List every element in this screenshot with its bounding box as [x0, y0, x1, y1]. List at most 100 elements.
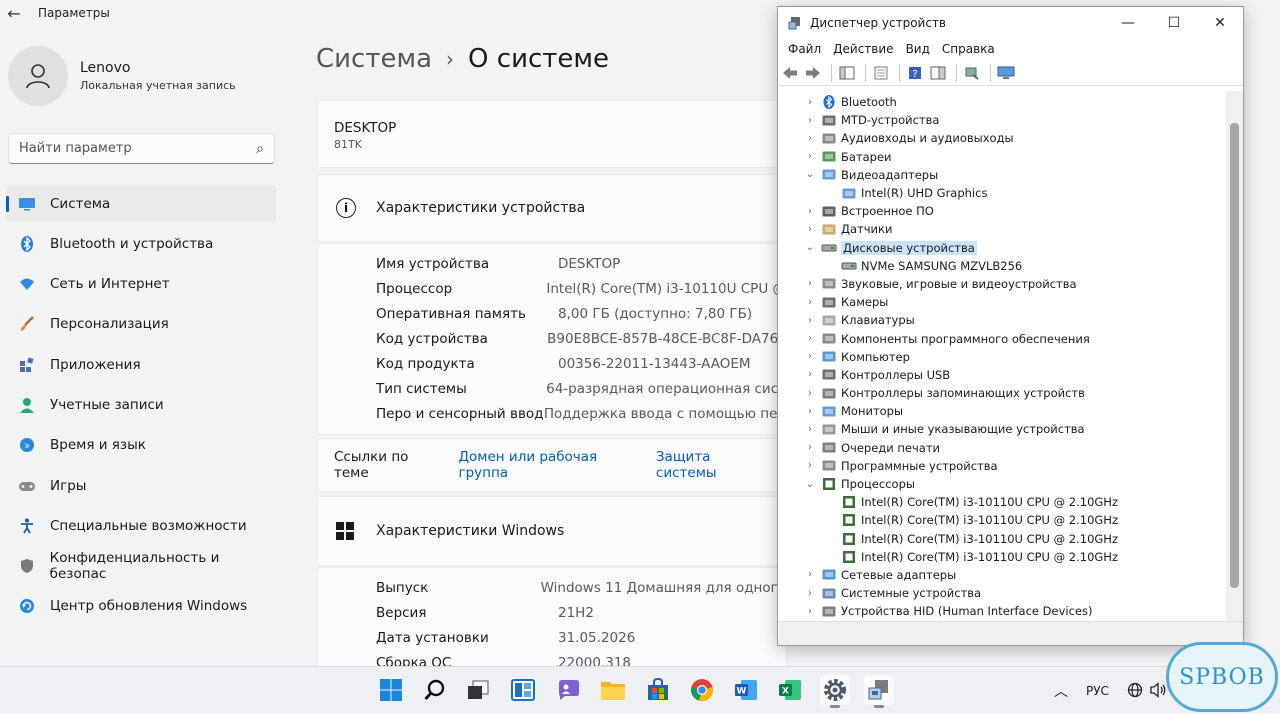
show-hide-tree-button[interactable]: [837, 63, 857, 83]
nav-item-system[interactable]: Система: [6, 185, 276, 222]
chevron-right-icon[interactable]: ›: [803, 133, 817, 144]
tree-category[interactable]: › Аудиовходы и аудиовыходы: [779, 129, 1225, 147]
tree-category[interactable]: › Сетевые адаптеры: [779, 566, 1225, 584]
chevron-right-icon[interactable]: ›: [803, 278, 817, 289]
help-button[interactable]: ?: [905, 63, 925, 83]
system-protection-link[interactable]: Защита системы: [656, 449, 766, 481]
tree-category[interactable]: › Встроенное ПО: [779, 202, 1225, 220]
close-button[interactable]: ✕: [1197, 7, 1243, 38]
nav-item-network[interactable]: Сеть и Интернет: [6, 266, 276, 303]
chevron-right-icon[interactable]: ›: [803, 115, 817, 126]
add-legacy-hardware-button[interactable]: [996, 63, 1016, 83]
domain-workgroup-link[interactable]: Домен или рабочая группа: [459, 449, 636, 481]
tree-child-item[interactable]: ›Intel(R) Core(TM) i3-10110U CPU @ 2.10G…: [779, 548, 1225, 566]
volume-icon[interactable]: [1149, 681, 1167, 701]
tree-category[interactable]: › Мониторы: [779, 402, 1225, 420]
nav-item-bluetooth[interactable]: Bluetooth и устройства: [6, 225, 276, 262]
tree-child-item[interactable]: ›Intel(R) Core(TM) i3-10110U CPU @ 2.10G…: [779, 511, 1225, 529]
chevron-right-icon[interactable]: ›: [803, 351, 817, 362]
properties-button[interactable]: [871, 63, 891, 83]
file-explorer-button[interactable]: [598, 675, 628, 705]
chevron-right-icon[interactable]: ›: [803, 369, 817, 380]
maximize-button[interactable]: ☐: [1151, 7, 1197, 38]
chevron-right-icon[interactable]: ›: [803, 588, 817, 599]
tree-category[interactable]: › MTD-устройства: [779, 111, 1225, 129]
tree-category[interactable]: › Системные устройства: [779, 584, 1225, 602]
search-input[interactable]: [19, 141, 257, 156]
chevron-right-icon[interactable]: ›: [803, 97, 817, 108]
chevron-right-icon[interactable]: ›: [803, 151, 817, 162]
scan-hardware-button[interactable]: [962, 63, 982, 83]
chevron-right-icon[interactable]: ›: [803, 297, 817, 308]
chat-button[interactable]: [553, 675, 583, 705]
tree-child-item[interactable]: ›Intel(R) Core(TM) i3-10110U CPU @ 2.10G…: [779, 493, 1225, 511]
tree-category[interactable]: › Камеры: [779, 293, 1225, 311]
tree-category[interactable]: › Датчики: [779, 220, 1225, 238]
nav-item-privacy[interactable]: Конфиденциальность и безопас: [6, 548, 276, 585]
device-specs-header[interactable]: i Характеристики устройства: [317, 174, 787, 242]
tree-category[interactable]: › Устройства HID (Human Interface Devices…: [779, 602, 1225, 620]
user-profile[interactable]: Lenovo Локальная учетная запись: [8, 46, 236, 106]
nav-item-time-language[interactable]: Время и язык: [6, 427, 276, 464]
tree-child-item[interactable]: ›NVMe SAMSUNG MZVLB256: [779, 257, 1225, 275]
chevron-right-icon[interactable]: ›: [803, 442, 817, 453]
chevron-right-icon[interactable]: ›: [803, 606, 817, 617]
store-button[interactable]: [643, 675, 673, 705]
menu-help[interactable]: Справка: [936, 42, 1001, 56]
chevron-right-icon[interactable]: ›: [803, 224, 817, 235]
task-view-button[interactable]: [463, 675, 493, 705]
tree-category[interactable]: › Батареи: [779, 148, 1225, 166]
breadcrumb-parent[interactable]: Система: [316, 44, 432, 74]
taskbar-search-button[interactable]: [420, 675, 450, 705]
start-button[interactable]: [376, 675, 406, 705]
tree-category[interactable]: ⌄ Дисковые устройства: [779, 239, 1225, 257]
menu-file[interactable]: Файл: [782, 42, 827, 56]
chevron-right-icon[interactable]: ›: [803, 424, 817, 435]
chevron-up-icon[interactable]: ︿: [1054, 681, 1068, 701]
tree-category[interactable]: › Компоненты программного обеспечения: [779, 329, 1225, 347]
chevron-down-icon[interactable]: ⌄: [803, 242, 817, 253]
menu-view[interactable]: Вид: [900, 42, 936, 56]
tree-category[interactable]: › Компьютер: [779, 348, 1225, 366]
device-manager-app-button[interactable]: [864, 675, 894, 708]
network-globe-icon[interactable]: [1127, 682, 1143, 701]
widgets-button[interactable]: [508, 675, 538, 705]
nav-item-windows-update[interactable]: Центр обновления Windows: [6, 588, 276, 625]
chevron-right-icon[interactable]: ›: [803, 388, 817, 399]
chrome-button[interactable]: [687, 675, 717, 705]
tree-category[interactable]: ⌄ Процессоры: [779, 475, 1225, 493]
nav-item-personalization[interactable]: Персонализация: [6, 306, 276, 343]
tree-category[interactable]: › Клавиатуры: [779, 311, 1225, 329]
tree-category[interactable]: › Звуковые, игровые и видеоустройства: [779, 275, 1225, 293]
language-indicator[interactable]: РУС: [1086, 684, 1109, 698]
device-manager-titlebar[interactable]: Диспетчер устройств — ☐ ✕: [778, 7, 1243, 38]
search-icon[interactable]: ⌕: [256, 141, 264, 157]
chevron-right-icon[interactable]: ›: [803, 315, 817, 326]
scrollbar-thumb[interactable]: [1230, 123, 1239, 588]
chevron-right-icon[interactable]: ›: [803, 569, 817, 580]
nav-item-accounts[interactable]: Учетные записи: [6, 386, 276, 423]
tree-child-item[interactable]: ›Intel(R) Core(TM) i3-10110U CPU @ 2.10G…: [779, 530, 1225, 548]
view-button[interactable]: [928, 63, 948, 83]
tree-child-item[interactable]: ›Intel(R) UHD Graphics: [779, 184, 1225, 202]
nav-item-accessibility[interactable]: Специальные возможности: [6, 507, 276, 544]
back-button[interactable]: [780, 63, 800, 83]
horizontal-scrollbar[interactable]: [779, 621, 1243, 645]
chevron-down-icon[interactable]: ⌄: [803, 169, 817, 180]
tree-category[interactable]: › Программные устройства: [779, 457, 1225, 475]
nav-item-gaming[interactable]: Игры: [6, 467, 276, 504]
nav-item-apps[interactable]: Приложения: [6, 346, 276, 383]
vertical-scrollbar[interactable]: [1226, 91, 1243, 621]
tree-category[interactable]: › Контроллеры USB: [779, 366, 1225, 384]
tree-category[interactable]: › Мыши и иные указывающие устройства: [779, 420, 1225, 438]
tree-category[interactable]: › Bluetooth: [779, 93, 1225, 111]
back-button[interactable]: ←: [0, 0, 28, 26]
minimize-button[interactable]: —: [1105, 7, 1151, 38]
tree-category[interactable]: ⌄ Видеоадаптеры: [779, 166, 1225, 184]
forward-button[interactable]: [803, 63, 823, 83]
word-button[interactable]: W: [731, 675, 761, 705]
chevron-down-icon[interactable]: ⌄: [803, 479, 817, 490]
menu-action[interactable]: Действие: [827, 42, 899, 56]
chevron-right-icon[interactable]: ›: [803, 406, 817, 417]
settings-search[interactable]: ⌕: [8, 133, 275, 164]
